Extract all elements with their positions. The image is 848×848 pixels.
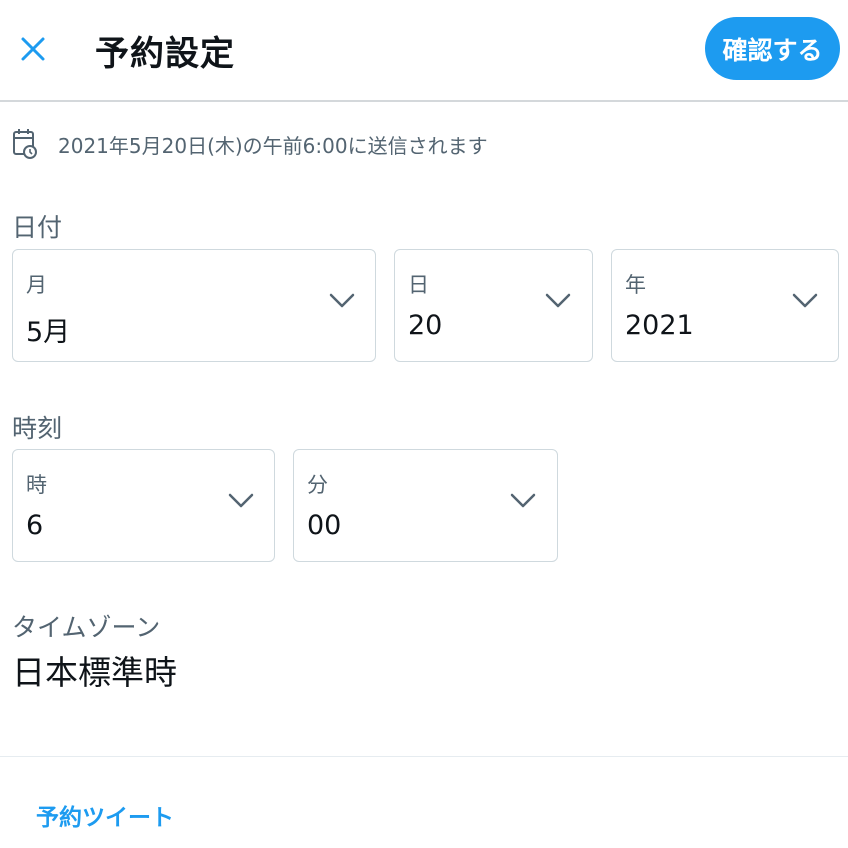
year-select-label: 年 [625,273,646,297]
scheduled-tweets-link[interactable]: 予約ツイート [36,798,174,832]
close-button[interactable] [14,30,52,68]
date-label: 日付 [12,213,63,242]
chevron-down-icon [329,293,355,308]
day-select-label: 日 [408,273,429,297]
hour-select-label: 時 [26,473,47,497]
month-select-label: 月 [26,273,47,297]
month-select[interactable]: 月 5月 [12,249,376,362]
minute-select[interactable]: 分 00 [293,449,558,562]
page-title: 予約設定 [95,34,235,74]
schedule-info-text: 2021年5月20日(木)の午前6:00に送信されます [58,133,488,158]
chevron-down-icon [228,493,254,508]
hour-select-value: 6 [26,510,44,541]
time-label: 時刻 [12,414,63,443]
close-icon [21,37,45,61]
timezone-label: タイムゾーン [12,613,161,642]
minute-select-value: 00 [307,510,342,541]
calendar-clock-icon [13,129,37,159]
year-select-value: 2021 [625,310,694,341]
day-select-value: 20 [408,310,443,341]
divider [0,756,848,757]
schedule-info: 2021年5月20日(木)の午前6:00に送信されます [12,126,488,162]
chevron-down-icon [545,293,571,308]
minute-select-label: 分 [307,473,328,497]
chevron-down-icon [792,293,818,308]
hour-select[interactable]: 時 6 [12,449,275,562]
year-select[interactable]: 年 2021 [611,249,839,362]
header: 予約設定 確認する [0,0,848,102]
month-select-value: 5月 [26,317,71,348]
timezone-value: 日本標準時 [12,653,177,692]
chevron-down-icon [510,493,536,508]
day-select[interactable]: 日 20 [394,249,593,362]
confirm-button[interactable]: 確認する [705,17,840,80]
